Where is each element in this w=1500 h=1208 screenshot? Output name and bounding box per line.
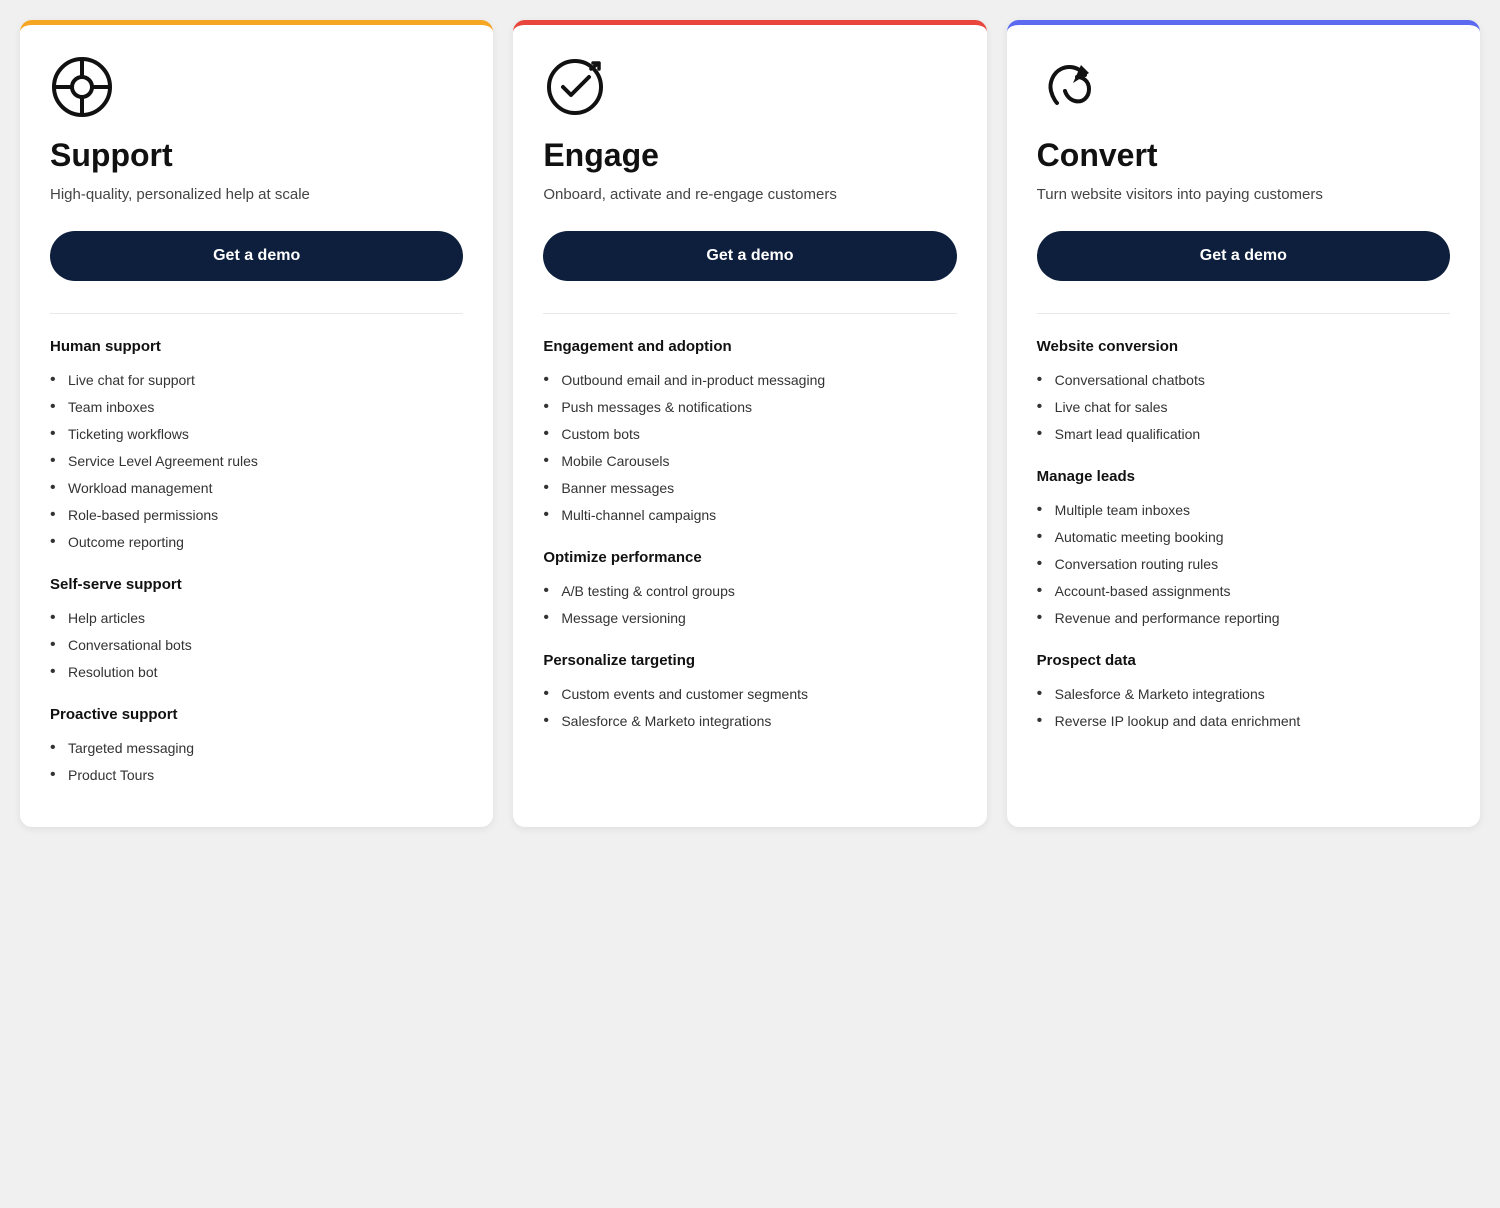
list-item: Workload management <box>50 475 463 502</box>
card-convert-section-1-title: Manage leads <box>1037 468 1450 485</box>
card-support-demo-btn[interactable]: Get a demo <box>50 231 463 281</box>
card-engage-divider <box>543 313 956 314</box>
list-item: Live chat for support <box>50 367 463 394</box>
card-support-section-0-list: Live chat for supportTeam inboxesTicketi… <box>50 367 463 556</box>
list-item: Multi-channel campaigns <box>543 502 956 529</box>
card-engage-section-0-list: Outbound email and in-product messagingP… <box>543 367 956 529</box>
list-item: Revenue and performance reporting <box>1037 605 1450 632</box>
list-item: Account-based assignments <box>1037 578 1450 605</box>
card-engage: Engage Onboard, activate and re-engage cu… <box>513 20 986 827</box>
card-support-section-0-title: Human support <box>50 338 463 355</box>
card-convert-title: Convert <box>1037 137 1450 174</box>
list-item: Custom events and customer segments <box>543 681 956 708</box>
card-support-section-2-title: Proactive support <box>50 706 463 723</box>
list-item: Automatic meeting booking <box>1037 524 1450 551</box>
engage-icon <box>543 55 607 119</box>
list-item: Outbound email and in-product messaging <box>543 367 956 394</box>
card-support-divider <box>50 313 463 314</box>
card-engage-section-1-list: A/B testing & control groupsMessage vers… <box>543 578 956 632</box>
card-convert-section-0-list: Conversational chatbotsLive chat for sal… <box>1037 367 1450 448</box>
card-engage-section-1-title: Optimize performance <box>543 549 956 566</box>
list-item: Reverse IP lookup and data enrichment <box>1037 708 1450 735</box>
card-engage-section-2-title: Personalize targeting <box>543 652 956 669</box>
list-item: Live chat for sales <box>1037 394 1450 421</box>
list-item: A/B testing & control groups <box>543 578 956 605</box>
list-item: Conversational chatbots <box>1037 367 1450 394</box>
support-icon <box>50 55 114 119</box>
list-item: Conversational bots <box>50 632 463 659</box>
card-support-section-1-title: Self-serve support <box>50 576 463 593</box>
card-engage-section-2-list: Custom events and customer segmentsSales… <box>543 681 956 735</box>
list-item: Role-based permissions <box>50 502 463 529</box>
card-convert-section-2-title: Prospect data <box>1037 652 1450 669</box>
list-item: Smart lead qualification <box>1037 421 1450 448</box>
list-item: Product Tours <box>50 762 463 789</box>
list-item: Team inboxes <box>50 394 463 421</box>
convert-icon <box>1037 55 1101 119</box>
card-support-subtitle: High-quality, personalized help at scale <box>50 184 463 207</box>
list-item: Message versioning <box>543 605 956 632</box>
cards-container: Support High-quality, personalized help a… <box>20 20 1480 827</box>
list-item: Ticketing workflows <box>50 421 463 448</box>
card-convert: Convert Turn website visitors into paying… <box>1007 20 1480 827</box>
card-support-section-2-list: Targeted messagingProduct Tours <box>50 735 463 789</box>
card-support-title: Support <box>50 137 463 174</box>
card-engage-title: Engage <box>543 137 956 174</box>
list-item: Mobile Carousels <box>543 448 956 475</box>
card-support: Support High-quality, personalized help a… <box>20 20 493 827</box>
card-engage-section-0-title: Engagement and adoption <box>543 338 956 355</box>
list-item: Resolution bot <box>50 659 463 686</box>
card-engage-demo-btn[interactable]: Get a demo <box>543 231 956 281</box>
card-engage-subtitle: Onboard, activate and re-engage customer… <box>543 184 956 207</box>
card-support-section-1-list: Help articlesConversational botsResoluti… <box>50 605 463 686</box>
card-convert-section-2-list: Salesforce & Marketo integrationsReverse… <box>1037 681 1450 735</box>
card-convert-subtitle: Turn website visitors into paying custom… <box>1037 184 1450 207</box>
card-convert-demo-btn[interactable]: Get a demo <box>1037 231 1450 281</box>
list-item: Conversation routing rules <box>1037 551 1450 578</box>
list-item: Custom bots <box>543 421 956 448</box>
list-item: Targeted messaging <box>50 735 463 762</box>
list-item: Banner messages <box>543 475 956 502</box>
list-item: Help articles <box>50 605 463 632</box>
card-convert-divider <box>1037 313 1450 314</box>
list-item: Salesforce & Marketo integrations <box>543 708 956 735</box>
list-item: Push messages & notifications <box>543 394 956 421</box>
list-item: Outcome reporting <box>50 529 463 556</box>
card-convert-section-1-list: Multiple team inboxesAutomatic meeting b… <box>1037 497 1450 632</box>
card-convert-section-0-title: Website conversion <box>1037 338 1450 355</box>
list-item: Salesforce & Marketo integrations <box>1037 681 1450 708</box>
list-item: Service Level Agreement rules <box>50 448 463 475</box>
list-item: Multiple team inboxes <box>1037 497 1450 524</box>
